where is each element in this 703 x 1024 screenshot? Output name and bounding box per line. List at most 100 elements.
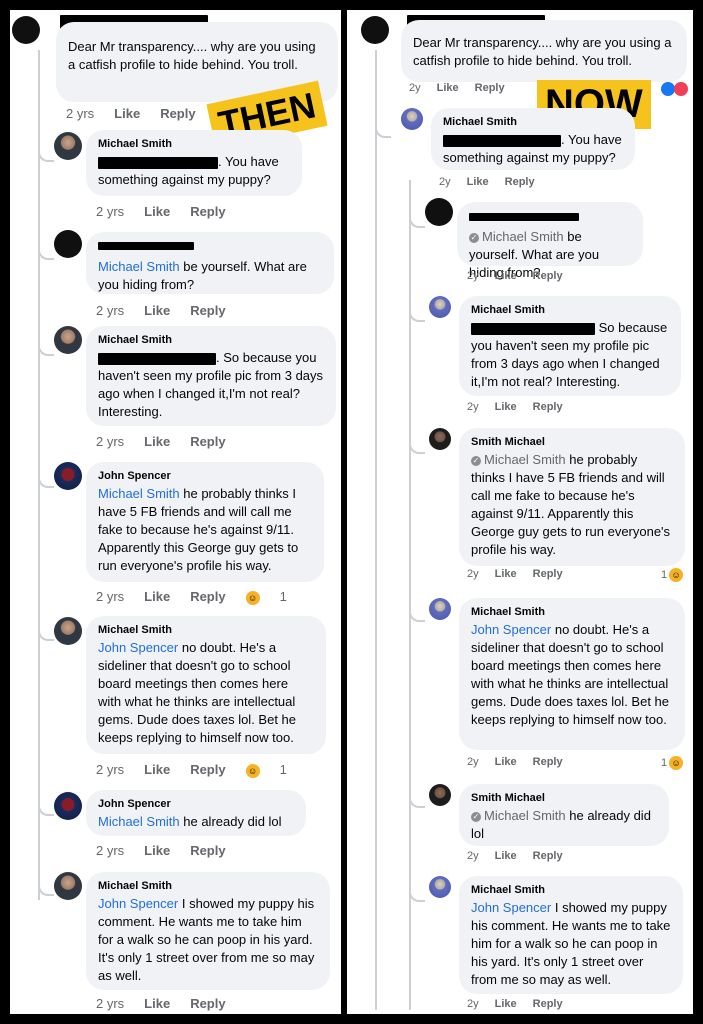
like-button[interactable]: Like (144, 204, 170, 219)
avatar[interactable] (429, 784, 451, 806)
mention-link[interactable]: Michael Smith (98, 814, 180, 829)
like-button[interactable]: Like (495, 568, 517, 580)
avatar[interactable] (425, 198, 453, 226)
author-name[interactable]: Michael Smith (98, 624, 314, 636)
reply-button[interactable]: Reply (533, 756, 563, 768)
timestamp[interactable]: 2 yrs (96, 204, 124, 219)
reply-button[interactable]: Reply (533, 270, 563, 282)
reply-button[interactable]: Reply (190, 434, 225, 449)
like-button[interactable]: Like (495, 850, 517, 862)
reply-button[interactable]: Reply (190, 204, 225, 219)
mention-link[interactable]: John Spencer (471, 900, 551, 915)
reply-button[interactable]: Reply (533, 850, 563, 862)
avatar[interactable] (429, 598, 451, 620)
mention-link[interactable]: John Spencer (471, 622, 551, 637)
thread-curve (409, 792, 425, 808)
author-name[interactable]: Michael Smith (98, 880, 318, 892)
reaction-count[interactable]: 1 (661, 569, 667, 581)
author-name[interactable]: John Spencer (98, 470, 312, 482)
avatar[interactable] (54, 230, 82, 258)
avatar[interactable] (54, 792, 82, 820)
timestamp[interactable]: 2y (409, 82, 421, 94)
mention-link[interactable]: Michael Smith (98, 486, 180, 501)
reaction-summary[interactable]: 1 ☺ (661, 568, 693, 582)
comment-text: . So because you (216, 350, 317, 365)
author-name[interactable]: Smith Michael (471, 792, 657, 804)
author-name[interactable]: John Spencer (98, 798, 294, 810)
timestamp[interactable]: 2y (467, 568, 479, 580)
like-button[interactable]: Like (144, 589, 170, 604)
author-name[interactable]: Michael Smith (471, 304, 669, 316)
timestamp[interactable]: 2 yrs (96, 762, 124, 777)
reaction-count[interactable]: 1 (661, 757, 667, 769)
reaction-count[interactable]: 1 (280, 589, 287, 604)
comment-bubble: Michael Smith . You have something again… (431, 108, 635, 170)
avatar[interactable] (54, 462, 82, 490)
author-name[interactable]: Michael Smith (98, 138, 290, 150)
author-name[interactable]: Michael Smith (471, 884, 671, 896)
like-button[interactable]: Like (495, 270, 517, 282)
reply-button[interactable]: Reply (533, 568, 563, 580)
timestamp[interactable]: 2y (439, 176, 451, 188)
author-name[interactable]: Michael Smith (98, 334, 324, 346)
author-name[interactable]: Michael Smith (471, 606, 673, 618)
reply-button[interactable]: Reply (190, 996, 225, 1011)
reply-button[interactable]: Reply (533, 401, 563, 413)
avatar[interactable] (12, 16, 40, 44)
like-button[interactable]: Like (495, 756, 517, 768)
timestamp[interactable]: 2 yrs (96, 843, 124, 858)
mention-link[interactable]: Michael Smith (484, 452, 566, 467)
timestamp[interactable]: 2 yrs (96, 303, 124, 318)
avatar[interactable] (54, 326, 82, 354)
mention-link[interactable]: John Spencer (98, 640, 178, 655)
avatar[interactable] (54, 132, 82, 160)
avatar[interactable] (429, 876, 451, 898)
like-button[interactable]: Like (495, 998, 517, 1010)
like-button[interactable]: Like (144, 303, 170, 318)
reply-button[interactable]: Reply (475, 82, 505, 94)
timestamp[interactable]: 2 yrs (96, 996, 124, 1011)
like-button[interactable]: Like (144, 843, 170, 858)
avatar[interactable] (361, 16, 389, 44)
like-button[interactable]: Like (144, 762, 170, 777)
reply-button[interactable]: Reply (190, 843, 225, 858)
like-button[interactable]: Like (144, 996, 170, 1011)
like-button[interactable]: Like (114, 106, 140, 121)
reply-button[interactable]: Reply (190, 762, 225, 777)
author-name[interactable]: Michael Smith (443, 116, 623, 128)
like-button[interactable]: Like (495, 401, 517, 413)
timestamp[interactable]: 2 yrs (96, 434, 124, 449)
reply-button[interactable]: Reply (533, 998, 563, 1010)
avatar[interactable] (401, 108, 423, 130)
timestamp[interactable]: 2y (467, 270, 479, 282)
mention-link[interactable]: Michael Smith (98, 259, 180, 274)
reply-button[interactable]: Reply (505, 176, 535, 188)
comment-actions: 2 yrs Like Reply (96, 843, 246, 858)
reply-button[interactable]: Reply (190, 589, 225, 604)
author-name[interactable]: Smith Michael (471, 436, 673, 448)
like-button[interactable]: Like (467, 176, 489, 188)
reaction-summary[interactable]: 1 ☺ (661, 756, 693, 770)
timestamp[interactable]: 2 yrs (66, 106, 94, 121)
avatar[interactable] (54, 617, 82, 645)
like-button[interactable]: Like (437, 82, 459, 94)
thread-curve (38, 800, 54, 816)
avatar[interactable] (429, 296, 451, 318)
avatar[interactable] (429, 428, 451, 450)
haha-reaction-icon: ☺ (245, 590, 260, 605)
timestamp[interactable]: 2y (467, 850, 479, 862)
reaction-count[interactable]: 1 (280, 762, 287, 777)
mention-link[interactable]: John Spencer (98, 896, 178, 911)
comment-bubble: Dear Mr transparency.... why are you usi… (401, 20, 687, 82)
reply-button[interactable]: Reply (160, 106, 195, 121)
like-button[interactable]: Like (144, 434, 170, 449)
timestamp[interactable]: 2 yrs (96, 589, 124, 604)
timestamp[interactable]: 2y (467, 998, 479, 1010)
timestamp[interactable]: 2y (467, 756, 479, 768)
mention-link[interactable]: Michael Smith (484, 808, 566, 823)
mention-link[interactable]: Michael Smith (482, 229, 564, 244)
avatar[interactable] (54, 872, 82, 900)
timestamp[interactable]: 2y (467, 401, 479, 413)
comment-bubble: ✓ Michael Smith be yourself. What are you… (457, 202, 643, 280)
reply-button[interactable]: Reply (190, 303, 225, 318)
